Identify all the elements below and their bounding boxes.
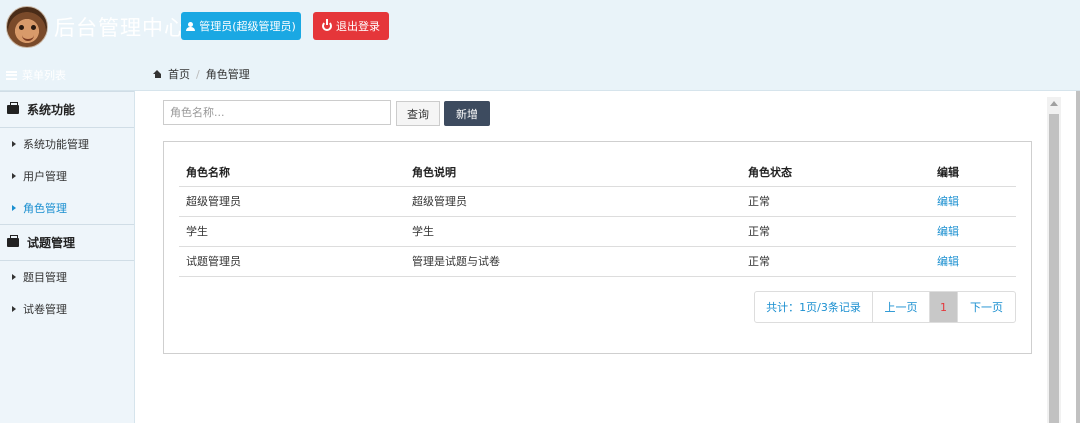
edit-link[interactable]: 编辑: [930, 246, 1016, 277]
roles-panel: 角色名称 角色说明 角色状态 编辑 超级管理员 超级管理员 正常 编辑 学生 学…: [163, 141, 1032, 354]
pagination: 共计：1页/3条记录 上一页 1 下一页: [754, 291, 1016, 323]
app-title: 后台管理中心: [54, 16, 186, 40]
cell-role-desc: 学生: [405, 216, 741, 247]
table-header-row: 角色名称 角色说明 角色状态 编辑: [179, 158, 1016, 187]
table-row: 试题管理员 管理是试题与试卷 正常 编辑: [179, 246, 1016, 277]
scroll-up-arrow-icon[interactable]: [1050, 101, 1058, 106]
sidebar-group-questions[interactable]: 试题管理: [0, 224, 134, 261]
list-icon: [6, 70, 17, 80]
edit-link[interactable]: 编辑: [930, 186, 1016, 217]
admin-user-label: 管理员(超级管理员): [199, 20, 296, 33]
cell-role-status: 正常: [741, 216, 930, 247]
breadcrumb: 首页 / 角色管理: [153, 66, 250, 82]
briefcase-icon: [7, 235, 19, 247]
cell-role-desc: 超级管理员: [405, 186, 741, 217]
prev-page-button[interactable]: 上一页: [873, 292, 930, 322]
sidebar-item-papers[interactable]: 试卷管理: [0, 293, 134, 325]
column-header-role-desc: 角色说明: [405, 158, 741, 187]
sidebar-item-roles[interactable]: 角色管理: [0, 192, 134, 224]
sidebar-group-label: 试题管理: [27, 236, 76, 250]
query-button[interactable]: 查询: [396, 101, 440, 126]
column-header-role-status: 角色状态: [741, 158, 930, 187]
sidebar-item-label: 角色管理: [23, 202, 67, 215]
cell-role-name: 学生: [179, 216, 405, 247]
menu-list-label: 菜单列表: [22, 69, 66, 82]
column-header-role-name: 角色名称: [179, 158, 405, 187]
caret-right-icon: [12, 274, 16, 280]
caret-right-icon: [12, 205, 16, 211]
cell-role-status: 正常: [741, 246, 930, 277]
edit-link[interactable]: 编辑: [930, 216, 1016, 247]
admin-user-button[interactable]: 管理员(超级管理员): [181, 12, 301, 40]
table-row: 学生 学生 正常 编辑: [179, 216, 1016, 247]
sidebar-group-label: 系统功能: [27, 103, 76, 117]
column-header-edit: 编辑: [930, 158, 1016, 187]
outer-scrollbar[interactable]: [1076, 91, 1080, 423]
sub-header-bar: 菜单列表 首页 / 角色管理: [0, 55, 1080, 91]
avatar: [6, 6, 48, 48]
caret-right-icon: [12, 141, 16, 147]
pagination-total: 共计：1页/3条记录: [755, 292, 873, 322]
cell-role-name: 试题管理员: [179, 246, 405, 277]
home-icon: [153, 70, 162, 78]
sidebar-item-questions[interactable]: 题目管理: [0, 261, 134, 293]
add-button[interactable]: 新增: [444, 101, 490, 126]
page-number-current[interactable]: 1: [930, 292, 958, 322]
table-row: 超级管理员 超级管理员 正常 编辑: [179, 186, 1016, 217]
menu-list-title: 菜单列表: [6, 67, 66, 83]
sidebar-item-label: 试卷管理: [23, 303, 67, 316]
caret-right-icon: [12, 173, 16, 179]
breadcrumb-current: 角色管理: [205, 68, 250, 81]
logout-label: 退出登录: [336, 20, 380, 33]
sidebar-item-label: 题目管理: [23, 271, 67, 284]
cell-role-desc: 管理是试题与试卷: [405, 246, 741, 277]
sidebar-item-label: 系统功能管理: [23, 138, 89, 151]
role-name-search-input[interactable]: [163, 100, 391, 125]
breadcrumb-home[interactable]: 首页: [168, 66, 190, 82]
sidebar-group-system[interactable]: 系统功能: [0, 91, 134, 128]
sidebar: 系统功能 系统功能管理 用户管理 角色管理 试题管理 题目管理 试卷管理: [0, 91, 135, 423]
breadcrumb-separator: /: [196, 67, 200, 81]
cell-role-name: 超级管理员: [179, 186, 405, 217]
power-icon: [322, 19, 332, 31]
cell-role-status: 正常: [741, 186, 930, 217]
sidebar-item-system-function[interactable]: 系统功能管理: [0, 128, 134, 160]
roles-table: 角色名称 角色说明 角色状态 编辑 超级管理员 超级管理员 正常 编辑 学生 学…: [179, 158, 1016, 277]
next-page-button[interactable]: 下一页: [958, 292, 1015, 322]
logout-button[interactable]: 退出登录: [313, 12, 389, 40]
user-icon: [186, 21, 196, 31]
briefcase-icon: [7, 102, 19, 114]
sidebar-item-users[interactable]: 用户管理: [0, 160, 134, 192]
caret-right-icon: [12, 306, 16, 312]
scrollbar-thumb[interactable]: [1049, 114, 1059, 423]
top-header: 后台管理中心 管理员(超级管理员) 退出登录: [0, 0, 1080, 55]
sidebar-item-label: 用户管理: [23, 170, 67, 183]
